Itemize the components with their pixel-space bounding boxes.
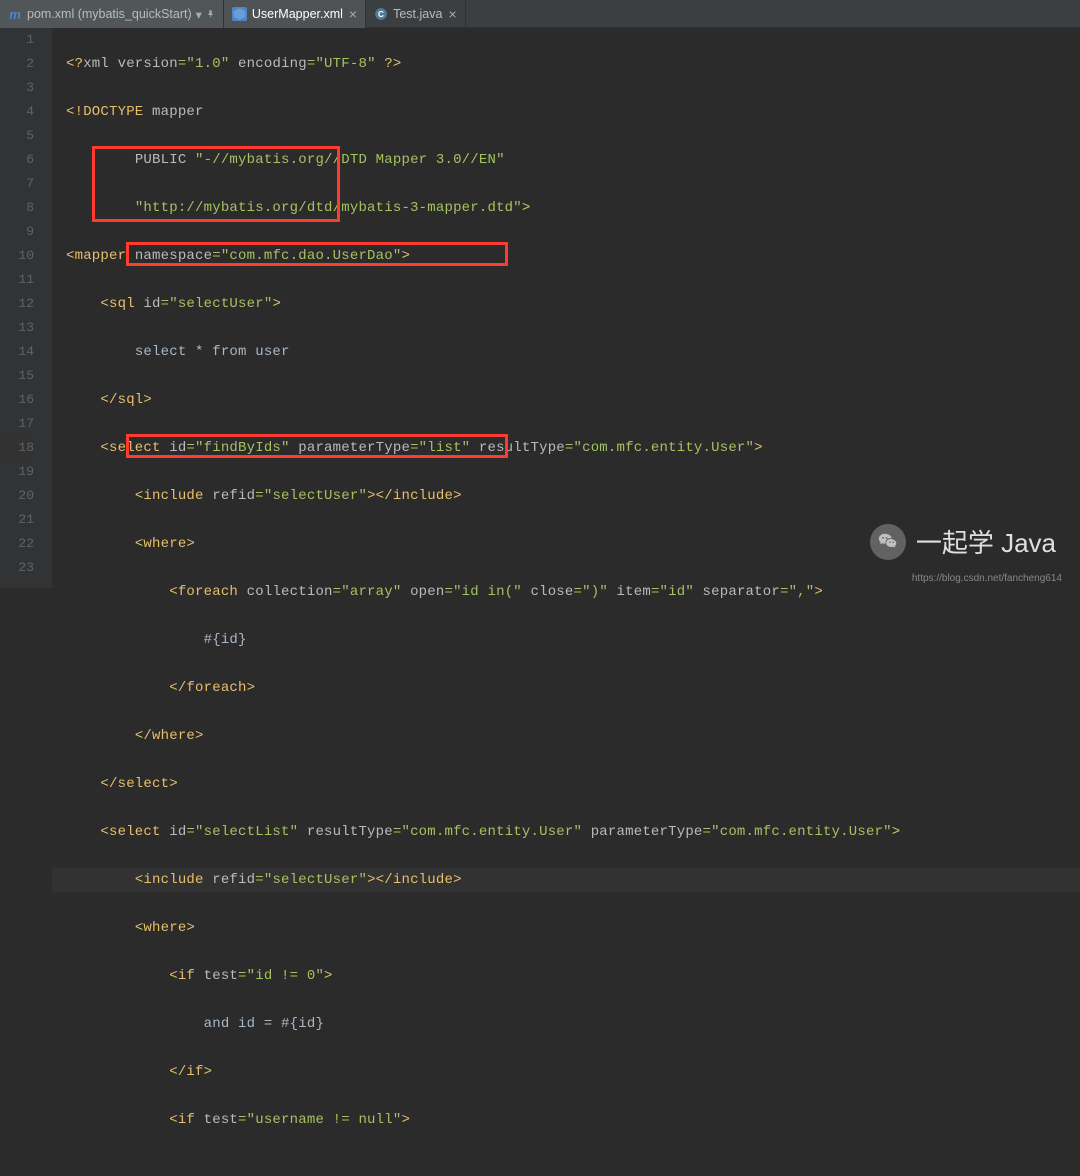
code-line[interactable]: </if> — [52, 1060, 1080, 1084]
line-number: 3 — [0, 76, 34, 100]
code-line[interactable]: <if test="id != 0"> — [52, 964, 1080, 988]
close-icon[interactable]: × — [448, 7, 456, 21]
tab-label: Test.java — [393, 7, 442, 21]
code-line[interactable]: #{id} — [52, 628, 1080, 652]
line-number: 15 — [0, 364, 34, 388]
code-line[interactable]: <?xml version="1.0" encoding="UTF-8" ?> — [52, 52, 1080, 76]
code-line[interactable]: <select id="findByIds" parameterType="li… — [52, 436, 1080, 460]
code-line[interactable]: <!DOCTYPE mapper — [52, 100, 1080, 124]
code-line[interactable]: <include refid="selectUser"></include> — [52, 868, 1080, 892]
line-number: 11 — [0, 268, 34, 292]
line-number: 20 — [0, 484, 34, 508]
line-number: 22 — [0, 532, 34, 556]
code-content[interactable]: <?xml version="1.0" encoding="UTF-8" ?> … — [52, 28, 1080, 588]
chevron-down-icon[interactable]: ▾ — [196, 7, 202, 22]
line-number: 14 — [0, 340, 34, 364]
line-number: 6 — [0, 148, 34, 172]
code-line[interactable]: PUBLIC "-//mybatis.org//DTD Mapper 3.0//… — [52, 148, 1080, 172]
code-line[interactable]: <where> — [52, 916, 1080, 940]
line-number: 16 — [0, 388, 34, 412]
code-line[interactable]: <select id="selectList" resultType="com.… — [52, 820, 1080, 844]
svg-text:C: C — [378, 10, 384, 19]
code-line[interactable]: and id = #{id} — [52, 1012, 1080, 1036]
watermark-text: 一起学 Java — [916, 523, 1056, 560]
line-number: 21 — [0, 508, 34, 532]
editor-tabs: m pom.xml (mybatis_quickStart) ▾ UserMap… — [0, 0, 1080, 28]
wechat-icon — [870, 524, 906, 560]
java-class-icon: C — [374, 7, 388, 21]
line-number: 7 — [0, 172, 34, 196]
code-line[interactable]: "http://mybatis.org/dtd/mybatis-3-mapper… — [52, 196, 1080, 220]
tab-pom[interactable]: m pom.xml (mybatis_quickStart) ▾ — [0, 0, 224, 28]
watermark: 一起学 Java — [870, 523, 1056, 560]
code-line[interactable]: select * from user — [52, 340, 1080, 364]
line-number: 19 — [0, 460, 34, 484]
tab-label: UserMapper.xml — [252, 7, 343, 21]
code-editor: 1 2 3 4 5 6 7 8 9 10 11 12 13 14 15 16 1… — [0, 28, 1080, 588]
line-number: 17 — [0, 412, 34, 436]
line-gutter: 1 2 3 4 5 6 7 8 9 10 11 12 13 14 15 16 1… — [0, 28, 52, 588]
line-number: 1 — [0, 28, 34, 52]
line-number: 10 — [0, 244, 34, 268]
line-number: 8 — [0, 196, 34, 220]
tab-label: pom.xml (mybatis_quickStart) — [27, 7, 192, 21]
line-number: 18 — [0, 436, 34, 460]
line-number: 13 — [0, 316, 34, 340]
pin-icon[interactable] — [206, 7, 215, 21]
code-line[interactable]: </sql> — [52, 388, 1080, 412]
tab-test[interactable]: C Test.java × — [366, 0, 466, 28]
maven-icon: m — [8, 7, 22, 21]
line-number: 4 — [0, 100, 34, 124]
source-link: https://blog.csdn.net/fancheng614 — [912, 573, 1062, 584]
line-number: 2 — [0, 52, 34, 76]
close-icon[interactable]: × — [349, 7, 357, 21]
tab-usermapper[interactable]: UserMapper.xml × — [224, 0, 366, 28]
code-line[interactable]: </select> — [52, 772, 1080, 796]
xml-file-icon — [232, 7, 247, 21]
code-line[interactable]: </foreach> — [52, 676, 1080, 700]
line-number: 5 — [0, 124, 34, 148]
code-line[interactable]: <mapper namespace="com.mfc.dao.UserDao"> — [52, 244, 1080, 268]
code-line[interactable]: <sql id="selectUser"> — [52, 292, 1080, 316]
line-number: 23 — [0, 556, 34, 580]
code-line[interactable]: <if test="username != null"> — [52, 1108, 1080, 1132]
line-number: 9 — [0, 220, 34, 244]
code-line[interactable]: <include refid="selectUser"></include> — [52, 484, 1080, 508]
line-number: 12 — [0, 292, 34, 316]
code-line[interactable]: </where> — [52, 724, 1080, 748]
